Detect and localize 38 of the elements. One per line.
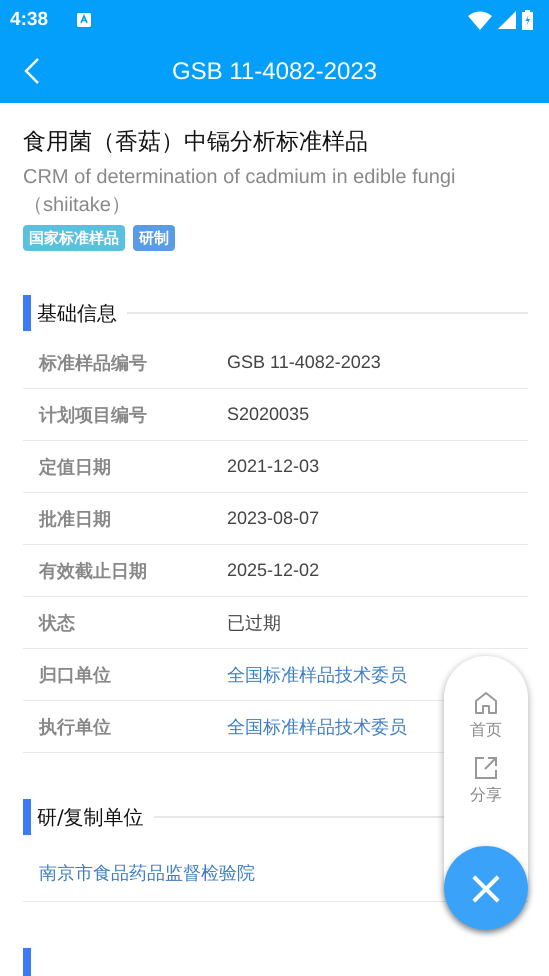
- field-value: 已过期: [227, 612, 281, 634]
- field-value: 2023-08-07: [227, 508, 320, 529]
- back-icon[interactable]: [24, 57, 40, 85]
- tag: 研制: [133, 225, 175, 251]
- field-value: 2025-12-02: [227, 560, 320, 581]
- field-label: 状态: [39, 612, 76, 634]
- field-value: 2021-12-03: [227, 456, 320, 477]
- keyboard-icon: [76, 12, 92, 28]
- field-label: 定值日期: [39, 456, 112, 478]
- home-icon: [473, 690, 499, 716]
- field-label: 批准日期: [39, 508, 112, 530]
- sample-title: 食用菌（香菇）中镉分析标准样品: [23, 128, 369, 157]
- section-heading: 研/复制单位: [37, 804, 144, 830]
- field-value: S2020035: [227, 404, 310, 425]
- page-title: GSB 11-4082-2023: [172, 58, 378, 86]
- tag: 国家标准样品: [23, 225, 125, 251]
- section-marker: [23, 948, 31, 976]
- section-marker: [23, 295, 31, 331]
- section-marker: [23, 799, 31, 835]
- field-link[interactable]: 全国标准样品技术委员: [227, 662, 407, 686]
- field-link[interactable]: 全国标准样品技术委员: [227, 714, 407, 738]
- battery-icon: [522, 10, 533, 30]
- field-label: 计划项目编号: [39, 404, 148, 426]
- close-button[interactable]: ×: [444, 846, 528, 930]
- field-label: 执行单位: [39, 716, 112, 738]
- wifi-icon: [468, 10, 492, 30]
- english-title: CRM of determination of cadmium in edible fungi（shiitake）: [23, 165, 456, 218]
- field-label: 有效截止日期: [39, 560, 148, 582]
- field-label: 标准样品编号: [39, 352, 148, 374]
- developer-link[interactable]: 南京市食品药品监督检验院: [39, 861, 255, 885]
- share-icon: [473, 755, 499, 781]
- menu-item[interactable]: 分享: [470, 755, 502, 806]
- signal-icon: [498, 11, 516, 29]
- section-heading: 基础信息: [37, 300, 117, 326]
- field-value: GSB 11-4082-2023: [227, 352, 381, 373]
- menu-item[interactable]: 首页: [470, 690, 502, 741]
- status-time: 4:38: [10, 9, 48, 31]
- field-label: 归口单位: [39, 664, 112, 686]
